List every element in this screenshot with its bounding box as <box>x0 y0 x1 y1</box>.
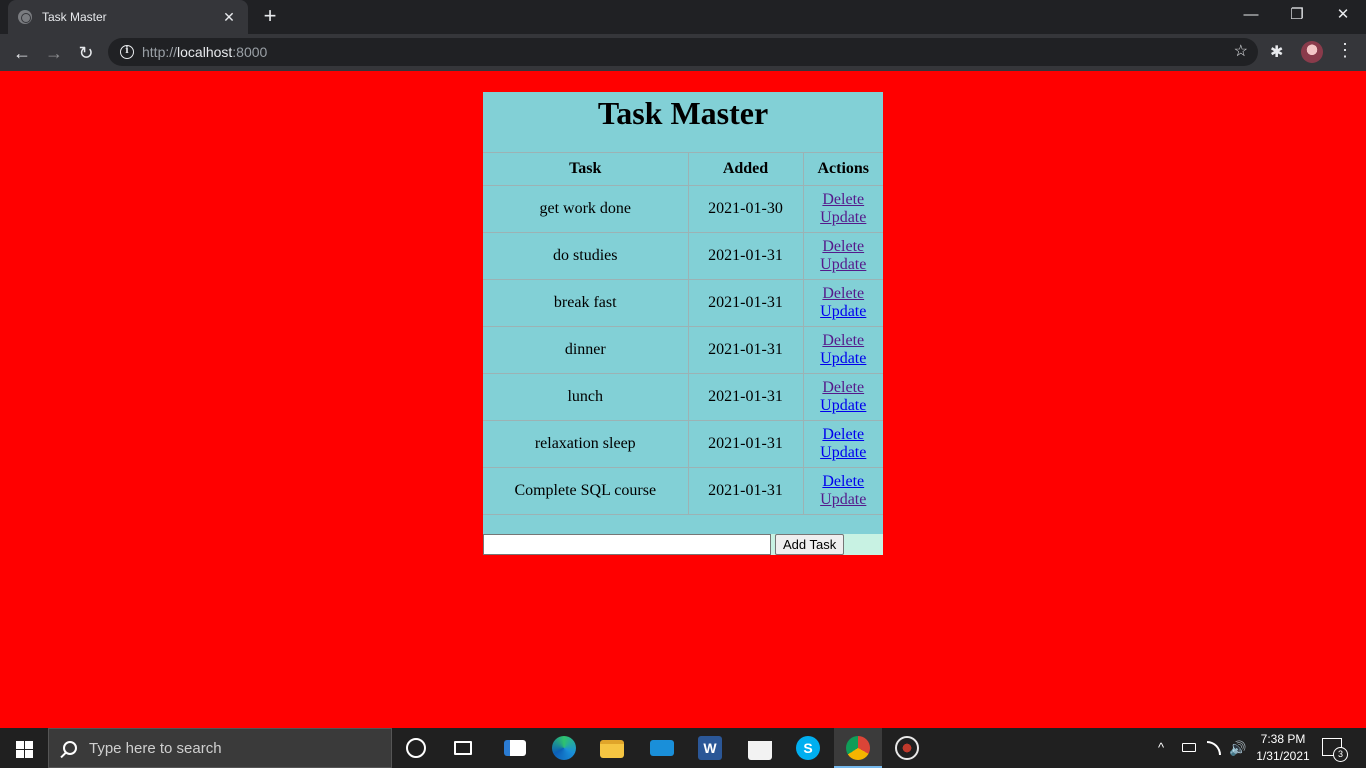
table-row: do studies 2021-01-31 Delete Update <box>483 232 884 280</box>
table-row: relaxation sleep 2021-01-31 Delete Updat… <box>483 420 884 468</box>
spider-app-icon[interactable] <box>895 736 919 760</box>
actions-cell: Delete Update <box>802 326 884 374</box>
task-input[interactable] <box>483 534 771 555</box>
windows-start-icon[interactable] <box>0 728 48 768</box>
task-cell: get work done <box>483 185 689 233</box>
added-cell: 2021-01-31 <box>687 373 804 421</box>
delete-link[interactable]: Delete <box>804 238 884 256</box>
task-master-card: Task Master Task Added Actions get work … <box>483 92 883 555</box>
address-bar[interactable]: i http://localhost:8000 ☆ <box>108 38 1258 66</box>
new-tab-button[interactable]: + <box>258 4 282 28</box>
search-placeholder: Type here to search <box>89 739 222 757</box>
close-tab-icon[interactable]: ✕ <box>220 9 238 26</box>
task-cell: Complete SQL course <box>483 467 689 515</box>
delete-link[interactable]: Delete <box>804 379 884 397</box>
update-link[interactable]: Update <box>804 350 884 368</box>
url-text: http://localhost:8000 <box>142 44 268 60</box>
volume-icon[interactable]: 🔊 <box>1229 728 1246 768</box>
added-cell: 2021-01-31 <box>687 279 804 327</box>
tab-title: Task Master <box>42 10 107 24</box>
wifi-icon[interactable] <box>1207 741 1221 755</box>
delete-link[interactable]: Delete <box>804 285 884 303</box>
task-cell: relaxation sleep <box>483 420 689 468</box>
taskbar-search-box[interactable]: Type here to search <box>48 728 392 768</box>
update-link[interactable]: Update <box>804 209 884 227</box>
globe-icon <box>18 10 32 24</box>
clock[interactable]: 7:38 PM 1/31/2021 <box>1252 731 1314 765</box>
table-row: Complete SQL course 2021-01-31 Delete Up… <box>483 467 884 515</box>
table-row: dinner 2021-01-31 Delete Update <box>483 326 884 374</box>
actions-cell: Delete Update <box>802 373 884 421</box>
search-icon <box>63 741 77 755</box>
added-cell: 2021-01-31 <box>687 420 804 468</box>
table-row: lunch 2021-01-31 Delete Update <box>483 373 884 421</box>
tray-chevron-icon[interactable]: ^ <box>1158 728 1164 768</box>
extensions-icon[interactable]: ✱ <box>1270 42 1283 62</box>
bookmark-star-icon[interactable]: ☆ <box>1234 41 1248 61</box>
update-link[interactable]: Update <box>804 491 884 509</box>
table-header-row: Task Added Actions <box>483 152 883 186</box>
back-button[interactable]: ← <box>9 40 35 66</box>
table-row: get work done 2021-01-30 Delete Update <box>483 185 884 233</box>
added-cell: 2021-01-31 <box>687 467 804 515</box>
actions-cell: Delete Update <box>802 279 884 327</box>
windows-taskbar: Type here to search W S ^ 🔊 7:38 PM 1/31… <box>0 728 1366 768</box>
word-icon[interactable]: W <box>698 736 722 760</box>
actions-cell: Delete Update <box>802 232 884 280</box>
task-cell: lunch <box>483 373 689 421</box>
actions-cell: Delete Update <box>802 185 884 233</box>
news-icon[interactable] <box>504 740 526 756</box>
update-link[interactable]: Update <box>804 444 884 462</box>
browser-tab[interactable]: Task Master ✕ <box>8 0 248 34</box>
add-task-form: Add Task <box>483 534 883 555</box>
update-link[interactable]: Update <box>804 256 884 274</box>
delete-link[interactable]: Delete <box>804 426 884 444</box>
skype-icon[interactable]: S <box>796 736 820 760</box>
added-cell: 2021-01-31 <box>687 232 804 280</box>
minimize-window-button[interactable]: — <box>1228 0 1274 30</box>
task-cell: break fast <box>483 279 689 327</box>
forward-button[interactable]: → <box>41 40 67 66</box>
browser-menu-icon[interactable]: ⋮ <box>1336 40 1354 61</box>
chrome-icon[interactable] <box>846 736 870 760</box>
header-actions: Actions <box>802 152 883 186</box>
delete-link[interactable]: Delete <box>804 191 884 209</box>
store-icon[interactable] <box>748 736 772 760</box>
browser-titlebar: Task Master ✕ + — ❐ ✕ <box>0 0 1366 34</box>
file-explorer-icon[interactable] <box>600 740 624 758</box>
added-cell: 2021-01-30 <box>687 185 804 233</box>
tasks-table: Task Added Actions get work done 2021-01… <box>483 152 883 515</box>
actions-cell: Delete Update <box>802 420 884 468</box>
notification-count-badge: 3 <box>1333 747 1348 762</box>
site-info-icon[interactable]: i <box>120 45 134 59</box>
mail-icon[interactable] <box>650 740 674 756</box>
header-added: Added <box>687 152 804 186</box>
delete-link[interactable]: Delete <box>804 332 884 350</box>
browser-toolbar: ← → ↻ i http://localhost:8000 ☆ ✱ ⋮ <box>0 34 1366 71</box>
page-title: Task Master <box>597 95 769 131</box>
profile-avatar[interactable] <box>1301 41 1323 63</box>
reload-button[interactable]: ↻ <box>73 40 99 66</box>
add-task-button[interactable]: Add Task <box>775 534 845 555</box>
close-window-button[interactable]: ✕ <box>1320 0 1366 30</box>
task-view-icon[interactable] <box>454 741 472 755</box>
edge-icon[interactable] <box>552 736 576 760</box>
update-link[interactable]: Update <box>804 397 884 415</box>
delete-link[interactable]: Delete <box>804 473 884 491</box>
time-text: 7:38 PM <box>1260 732 1306 746</box>
battery-icon[interactable] <box>1182 743 1196 752</box>
cortana-icon[interactable] <box>406 738 426 758</box>
table-row: break fast 2021-01-31 Delete Update <box>483 279 884 327</box>
restore-window-button[interactable]: ❐ <box>1274 0 1320 30</box>
task-cell: dinner <box>483 326 689 374</box>
actions-cell: Delete Update <box>802 467 884 515</box>
header-task: Task <box>483 152 689 186</box>
task-cell: do studies <box>483 232 689 280</box>
update-link[interactable]: Update <box>804 303 884 321</box>
date-text: 1/31/2021 <box>1256 749 1310 763</box>
added-cell: 2021-01-31 <box>687 326 804 374</box>
